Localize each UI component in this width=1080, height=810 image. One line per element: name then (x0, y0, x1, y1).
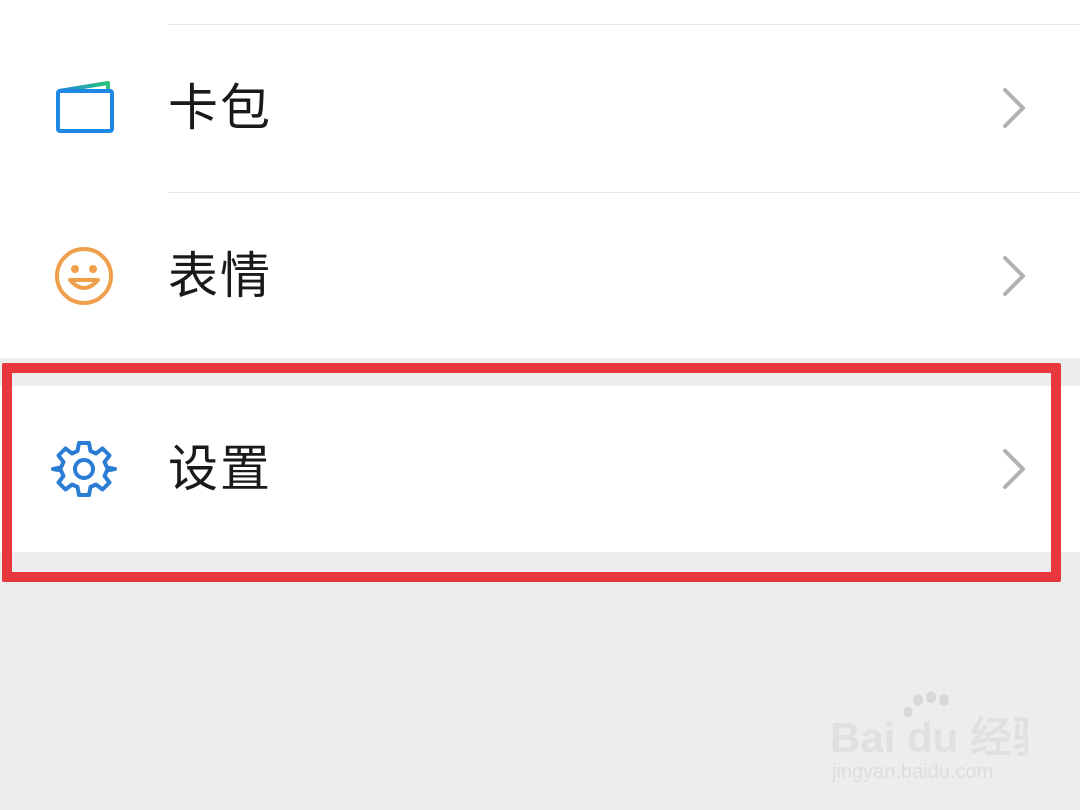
app-screen: 卡包 表情 设置 Bai du 经 jingyan.baidu.com (0, 0, 1080, 810)
menu-item-settings[interactable]: 设置 (0, 386, 1080, 552)
smiley-face-icon (50, 242, 118, 310)
watermark-url: jingyan.baidu.com (831, 761, 993, 783)
chevron-right-icon (1000, 86, 1028, 130)
menu-item-label: 表情 (168, 247, 272, 305)
menu-group-top: 卡包 表情 (0, 0, 1080, 358)
menu-item-label: 卡包 (168, 79, 272, 137)
card-wallet-icon (50, 74, 118, 142)
menu-item-card-wallet[interactable]: 卡包 (0, 25, 1080, 191)
menu-group-bottom: 设置 (0, 386, 1080, 552)
baidu-jingyan-watermark: Bai du 经验 jingyan.baidu.com (828, 690, 1028, 790)
chevron-right-icon (1000, 254, 1028, 298)
menu-item-label: 设置 (168, 440, 272, 498)
gear-icon (50, 435, 118, 503)
watermark-brand: Bai du 经验 (830, 714, 1028, 761)
menu-item-stickers[interactable]: 表情 (0, 193, 1080, 359)
chevron-right-icon (1000, 447, 1028, 491)
